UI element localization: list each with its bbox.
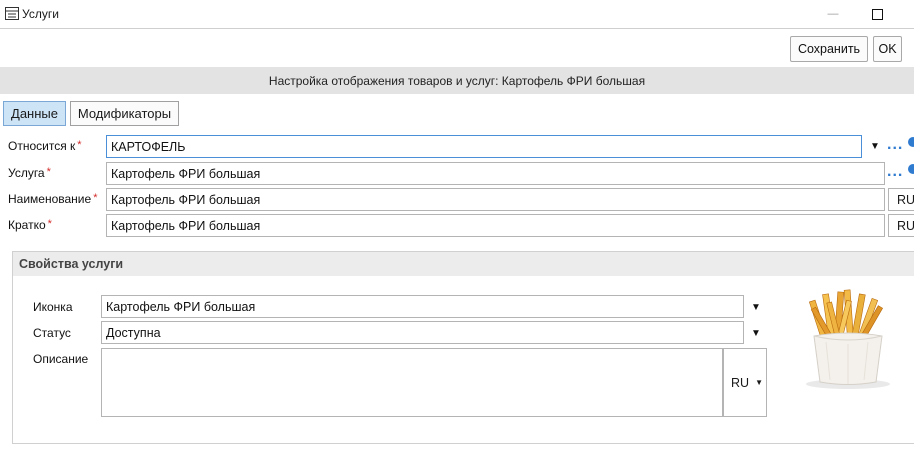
window-title: Услуги	[22, 7, 59, 21]
short-language-select[interactable]: RU	[888, 214, 914, 237]
name-label: Наименование *	[8, 192, 97, 206]
belongs-to-clear-icon[interactable]	[908, 137, 914, 147]
short-label-text: Кратко	[8, 218, 46, 232]
name-field[interactable]: Картофель ФРИ большая	[106, 188, 885, 211]
description-textarea[interactable]	[101, 348, 723, 417]
required-mark: *	[77, 139, 82, 151]
french-fries-image	[806, 289, 890, 389]
status-select[interactable]: Доступна	[101, 321, 744, 344]
window-list-icon	[5, 7, 19, 20]
settings-header: Настройка отображения товаров и услуг: К…	[0, 67, 914, 94]
description-label: Описание	[33, 352, 89, 366]
belongs-to-field[interactable]: КАРТОФЕЛЬ	[106, 135, 862, 158]
description-language-dropdown-icon: ▼	[755, 378, 763, 387]
title-separator	[0, 28, 914, 29]
service-label: Услуга *	[8, 166, 51, 180]
minimize-icon: —	[827, 8, 839, 20]
title-bar	[0, 0, 914, 28]
name-label-text: Наименование	[8, 192, 92, 206]
status-label: Статус	[33, 326, 71, 340]
icon-select[interactable]: Картофель ФРИ большая	[101, 295, 744, 318]
belongs-to-dropdown-icon[interactable]: ▼	[870, 141, 880, 152]
short-label: Кратко *	[8, 218, 52, 232]
belongs-to-label: Относится к *	[8, 139, 82, 153]
belongs-to-label-text: Относится к	[8, 139, 76, 153]
required-mark: *	[47, 218, 52, 230]
ok-button[interactable]: OK	[873, 36, 902, 62]
short-field[interactable]: Картофель ФРИ большая	[106, 214, 885, 237]
minimize-button[interactable]: —	[820, 4, 846, 24]
status-dropdown-icon[interactable]: ▼	[751, 328, 761, 339]
service-field[interactable]: Картофель ФРИ большая	[106, 162, 885, 185]
maximize-icon	[871, 8, 883, 20]
service-label-text: Услуга	[8, 166, 45, 180]
maximize-button[interactable]	[864, 4, 890, 24]
description-language-value: RU	[731, 375, 750, 390]
service-clear-icon[interactable]	[908, 164, 914, 174]
icon-label: Иконка	[33, 300, 73, 314]
description-language-select[interactable]: RU ▼	[723, 348, 767, 417]
tab-data[interactable]: Данные	[3, 101, 66, 126]
required-mark: *	[93, 192, 98, 204]
save-button[interactable]: Сохранить	[790, 36, 868, 62]
icon-dropdown-icon[interactable]: ▼	[751, 302, 761, 313]
service-properties-title: Свойства услуги	[13, 252, 914, 276]
belongs-to-browse-button[interactable]: ...	[887, 136, 903, 154]
name-language-select[interactable]: RU	[888, 188, 914, 211]
tab-modifiers[interactable]: Модификаторы	[70, 101, 179, 126]
required-mark: *	[46, 166, 51, 178]
service-browse-button[interactable]: ...	[887, 163, 903, 181]
